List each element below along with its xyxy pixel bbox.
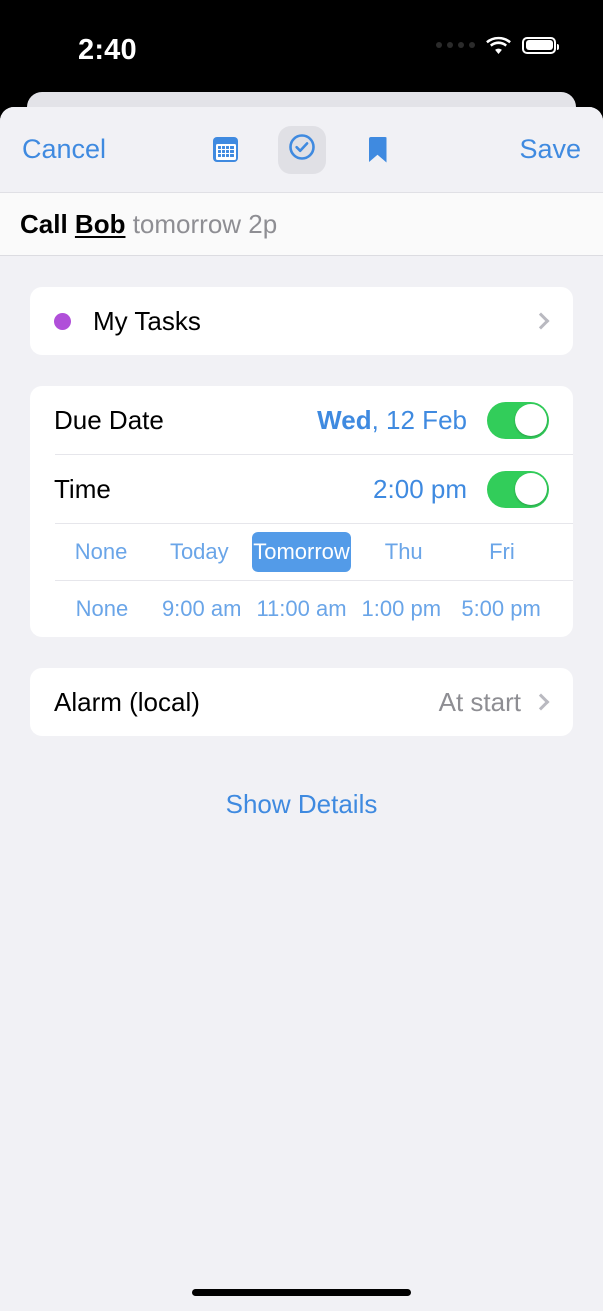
home-indicator [192, 1289, 411, 1296]
phone-screen: 2:40 Cancel Save Call Bob tomorrow 2p My… [0, 0, 603, 1311]
title-entity: Bob [74, 208, 126, 239]
alarm-label: Alarm (local) [54, 686, 200, 717]
cancel-button[interactable]: Cancel [22, 134, 106, 165]
chevron-right-icon [532, 693, 550, 711]
time-chip-none[interactable]: None [52, 596, 152, 622]
date-chip-today[interactable]: Today [150, 539, 248, 565]
due-date-toggle[interactable] [487, 401, 549, 439]
chevron-right-icon [532, 312, 550, 330]
list-card: My Tasks [30, 287, 573, 355]
battery-icon [522, 36, 559, 54]
alarm-value: At start [438, 686, 521, 717]
time-chip-9am[interactable]: 9:00 am [152, 596, 252, 622]
time-quick-picks: None 9:00 am 11:00 am 1:00 pm 5:00 pm [30, 581, 573, 637]
list-name-label: My Tasks [93, 305, 201, 336]
check-circle-icon [288, 133, 316, 166]
alarm-card: Alarm (local) At start [30, 668, 573, 736]
schedule-card: Due Date Wed, 12 Feb Time 2:00 pm None T… [30, 386, 573, 637]
date-chip-tomorrow[interactable]: Tomorrow [252, 532, 351, 572]
date-quick-picks: None Today Tomorrow Thu Fri [30, 524, 573, 580]
status-bar-indicators [436, 36, 559, 54]
due-date-label: Due Date [54, 404, 164, 435]
status-bar-clock: 2:40 [78, 34, 137, 66]
task-sheet: Cancel Save Call Bob tomorrow 2p My Task… [0, 107, 603, 1311]
time-value: 2:00 pm [373, 473, 467, 504]
entry-type-switcher [202, 125, 402, 174]
due-date-row[interactable]: Due Date Wed, 12 Feb [30, 386, 573, 454]
time-chip-5pm[interactable]: 5:00 pm [451, 596, 551, 622]
time-row[interactable]: Time 2:00 pm [30, 455, 573, 523]
sheet-content: My Tasks Due Date Wed, 12 Feb Time 2:00 … [0, 287, 603, 820]
bookmark-icon [369, 137, 387, 163]
cellular-dots-icon [436, 42, 475, 48]
due-date-weekday: Wed [317, 404, 372, 435]
time-label: Time [54, 473, 111, 504]
list-selector-row[interactable]: My Tasks [30, 287, 573, 355]
due-date-rest: , 12 Feb [371, 404, 467, 435]
due-date-value: Wed, 12 Feb [317, 405, 467, 436]
task-icon-button[interactable] [277, 125, 326, 174]
title-input[interactable]: Call Bob tomorrow 2p [0, 192, 603, 256]
status-bar: 2:40 [0, 0, 603, 92]
alarm-row[interactable]: Alarm (local) At start [30, 668, 573, 736]
date-chip-thu[interactable]: Thu [355, 539, 453, 565]
date-chip-fri[interactable]: Fri [453, 539, 551, 565]
time-chip-11am[interactable]: 11:00 am [252, 596, 352, 622]
save-button[interactable]: Save [519, 134, 581, 165]
note-icon-button[interactable] [354, 126, 402, 174]
title-remainder: tomorrow 2p [132, 208, 278, 239]
wifi-icon [486, 36, 511, 54]
list-color-dot [54, 312, 71, 330]
calendar-icon [213, 137, 238, 162]
date-chip-none[interactable]: None [52, 539, 150, 565]
calendar-icon-button[interactable] [202, 126, 250, 174]
title-verb: Call [20, 208, 68, 239]
time-chip-1pm[interactable]: 1:00 pm [351, 596, 451, 622]
time-toggle[interactable] [487, 470, 549, 508]
sheet-toolbar: Cancel Save [0, 107, 603, 192]
show-details-button[interactable]: Show Details [30, 789, 573, 820]
